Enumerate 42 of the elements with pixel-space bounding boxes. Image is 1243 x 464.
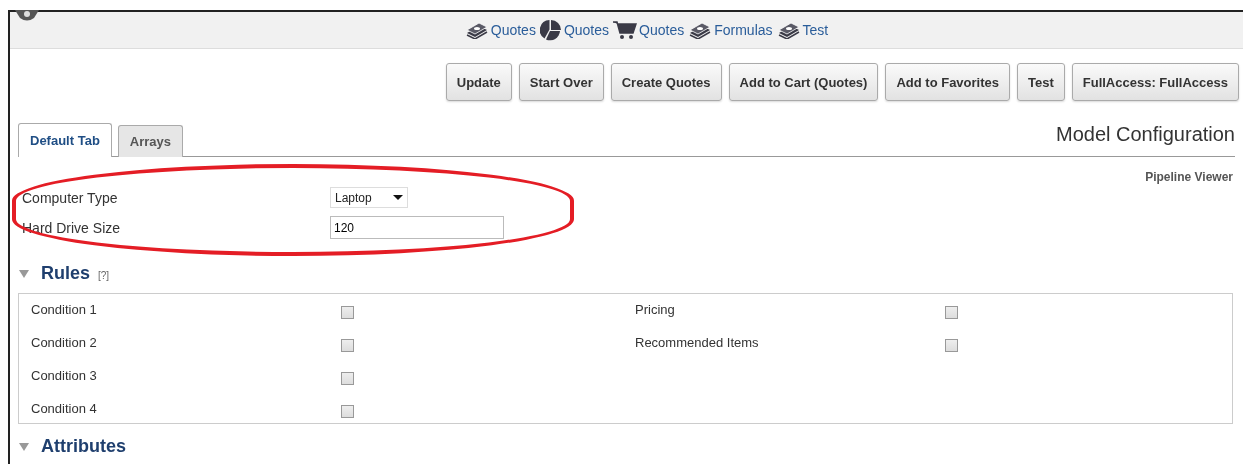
- cart-icon: [613, 20, 638, 40]
- money-stack-icon: [776, 21, 801, 39]
- money-stack-icon: [688, 21, 713, 39]
- checkbox-label: Pricing: [635, 302, 676, 317]
- checkbox[interactable]: [945, 339, 958, 352]
- checkbox-label: Condition 1: [31, 302, 98, 317]
- toolbar-button[interactable]: Test: [1017, 63, 1065, 101]
- nav-link[interactable]: Quotes: [539, 19, 610, 41]
- section-title: Attributes: [41, 436, 126, 457]
- expanded-triangle-icon[interactable]: [19, 269, 29, 278]
- expanded-triangle-icon[interactable]: [19, 442, 29, 451]
- nav-link[interactable]: Formulas: [688, 21, 773, 39]
- caret-icon: [393, 195, 403, 200]
- dropdown[interactable]: Laptop: [330, 187, 408, 208]
- checkbox-label: Condition 2: [31, 335, 98, 350]
- pie-chart-icon: [539, 19, 562, 41]
- field-label: Computer Type: [22, 189, 119, 206]
- pipeline-viewer-link[interactable]: Pipeline Viewer: [10, 157, 1243, 184]
- page-title: Model Configuration: [1056, 123, 1235, 147]
- checkbox[interactable]: [341, 339, 354, 352]
- checkbox[interactable]: [341, 306, 354, 319]
- toolbar-button[interactable]: Start Over: [518, 63, 604, 101]
- nav-link[interactable]: Quotes: [464, 21, 536, 39]
- checkbox-label: Condition 4: [31, 401, 98, 416]
- toolbar-button[interactable]: Create Quotes: [610, 63, 722, 101]
- tab[interactable]: Default Tab: [18, 123, 112, 157]
- section-title: Rules: [41, 263, 91, 284]
- checkbox-label: Recommended Items: [635, 335, 760, 350]
- tab[interactable]: Arrays: [117, 125, 184, 157]
- checkbox-label: Condition 3: [31, 368, 98, 383]
- toolbar-button[interactable]: Add to Favorites: [885, 63, 1010, 101]
- toolbar-button[interactable]: Update: [445, 63, 512, 101]
- toolbar-button[interactable]: FullAccess: FullAccess: [1071, 63, 1239, 101]
- input-field[interactable]: 120: [330, 216, 504, 239]
- checkbox[interactable]: [945, 306, 958, 319]
- help-link[interactable]: [?]: [98, 270, 110, 281]
- money-stack-icon: [464, 21, 489, 39]
- nav-link[interactable]: Quotes: [613, 20, 685, 40]
- nav-link[interactable]: Test: [776, 21, 829, 39]
- toolbar-button[interactable]: Add to Cart (Quotes): [728, 63, 879, 101]
- checkbox[interactable]: [341, 405, 354, 418]
- checkbox[interactable]: [341, 372, 354, 385]
